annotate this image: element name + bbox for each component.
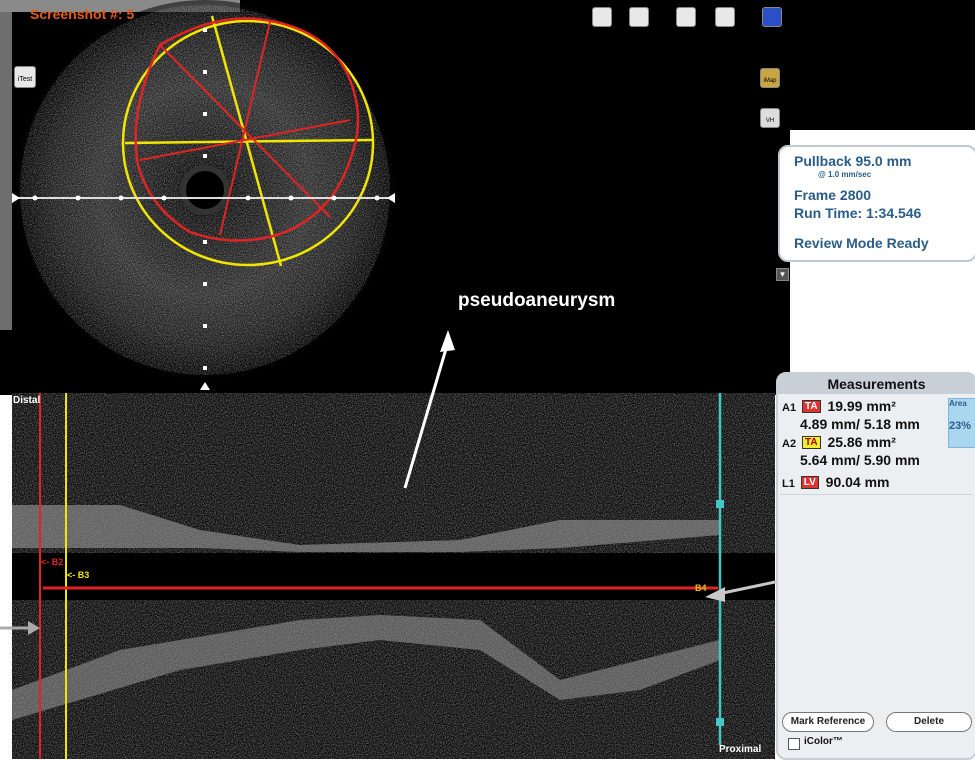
imap-icon[interactable]: iMap xyxy=(760,68,780,88)
itest-icon[interactable]: iTest xyxy=(14,66,36,88)
run-mi: MI < 0.4 xyxy=(790,309,823,319)
lv-tag: LV xyxy=(800,476,819,489)
ta-tag: TA xyxy=(801,400,821,413)
pullback-text: Pullback 95.0 mm xyxy=(794,153,912,169)
icolor-checkbox[interactable] xyxy=(788,738,800,750)
measurement-a2-dims: 5.64 mm/ 5.90 mm xyxy=(800,452,920,468)
longitudinal-view[interactable] xyxy=(12,393,775,759)
run-grid: Grid: 1.0 mm/tick xyxy=(790,319,864,329)
run-time-text: Run Time: 1:34.546 xyxy=(794,205,922,221)
marker-b3-label[interactable]: <- B3 xyxy=(67,570,89,580)
measurement-a1-dims: 4.89 mm/ 5.18 mm xyxy=(800,416,920,432)
frame-text: Frame 2800 xyxy=(794,187,872,203)
run-title: Run: RUN4 xyxy=(790,266,859,281)
run-info: Run: RUN4 Pre-Eval ANEU Cath: Pro2 / iCr… xyxy=(790,266,975,339)
measurements-title: Measurements xyxy=(778,374,975,394)
measurement-a1[interactable]: A1 TA 19.99 mm² xyxy=(782,398,896,414)
vh-icon[interactable]: VH xyxy=(760,108,780,128)
area-percent-box: Area 23% xyxy=(948,398,975,448)
delete-button[interactable]: Delete xyxy=(886,712,972,732)
marker-b4-label[interactable]: B4 xyxy=(695,583,707,593)
measurement-a2[interactable]: A2 TA 25.86 mm² xyxy=(782,434,896,450)
screenshot-stage: Screenshot #: 5 iTest iMap VH pseudoaneu… xyxy=(0,0,975,760)
play-step-icon[interactable] xyxy=(629,7,649,27)
pullback-speed: @ 1.0 mm/sec xyxy=(818,170,872,179)
run-cath: Cath: Pro2 / iCross / Pro (40MHz xyxy=(790,299,928,309)
measurement-l1[interactable]: L1 LV 90.04 mm xyxy=(782,474,890,490)
new-icon[interactable] xyxy=(762,7,782,27)
area-header: Area xyxy=(949,399,967,408)
screenshot-label: Screenshot #: 5 xyxy=(30,6,135,22)
stop-icon[interactable] xyxy=(715,7,735,27)
run-collapse-icon[interactable]: ▾ xyxy=(776,268,789,281)
proximal-label: Proximal xyxy=(719,744,762,755)
annotation-label: pseudoaneurysm xyxy=(458,290,616,311)
run-subtitle: Pre-Eval ANEU xyxy=(800,281,864,291)
measurement-value: 25.86 mm² xyxy=(827,434,896,450)
marker-b2-label[interactable]: <- B2 xyxy=(41,557,63,567)
distal-label: Distal xyxy=(13,395,41,406)
measurements-panel: Measurements A1 TA 19.99 mm² 4.89 mm/ 5.… xyxy=(776,372,975,760)
measurement-value: 19.99 mm² xyxy=(827,398,896,414)
mode-text: Review Mode Ready xyxy=(794,235,929,251)
measurement-value: 90.04 mm xyxy=(825,474,890,490)
mark-reference-button[interactable]: Mark Reference xyxy=(782,712,874,732)
measurement-id: A2 xyxy=(782,438,797,450)
status-panel: Pullback 95.0 mm @ 1.0 mm/sec Frame 2800… xyxy=(778,145,975,262)
run-diameter: Diameter: 9mm xyxy=(790,329,856,339)
ta-tag: TA xyxy=(801,436,821,449)
area-percent: 23% xyxy=(949,420,972,432)
print-icon[interactable] xyxy=(592,7,612,27)
record-icon[interactable] xyxy=(676,7,696,27)
measurement-id: L1 xyxy=(782,478,795,490)
measurement-id: A1 xyxy=(782,402,797,414)
icolor-label: iColor™ xyxy=(804,736,843,747)
